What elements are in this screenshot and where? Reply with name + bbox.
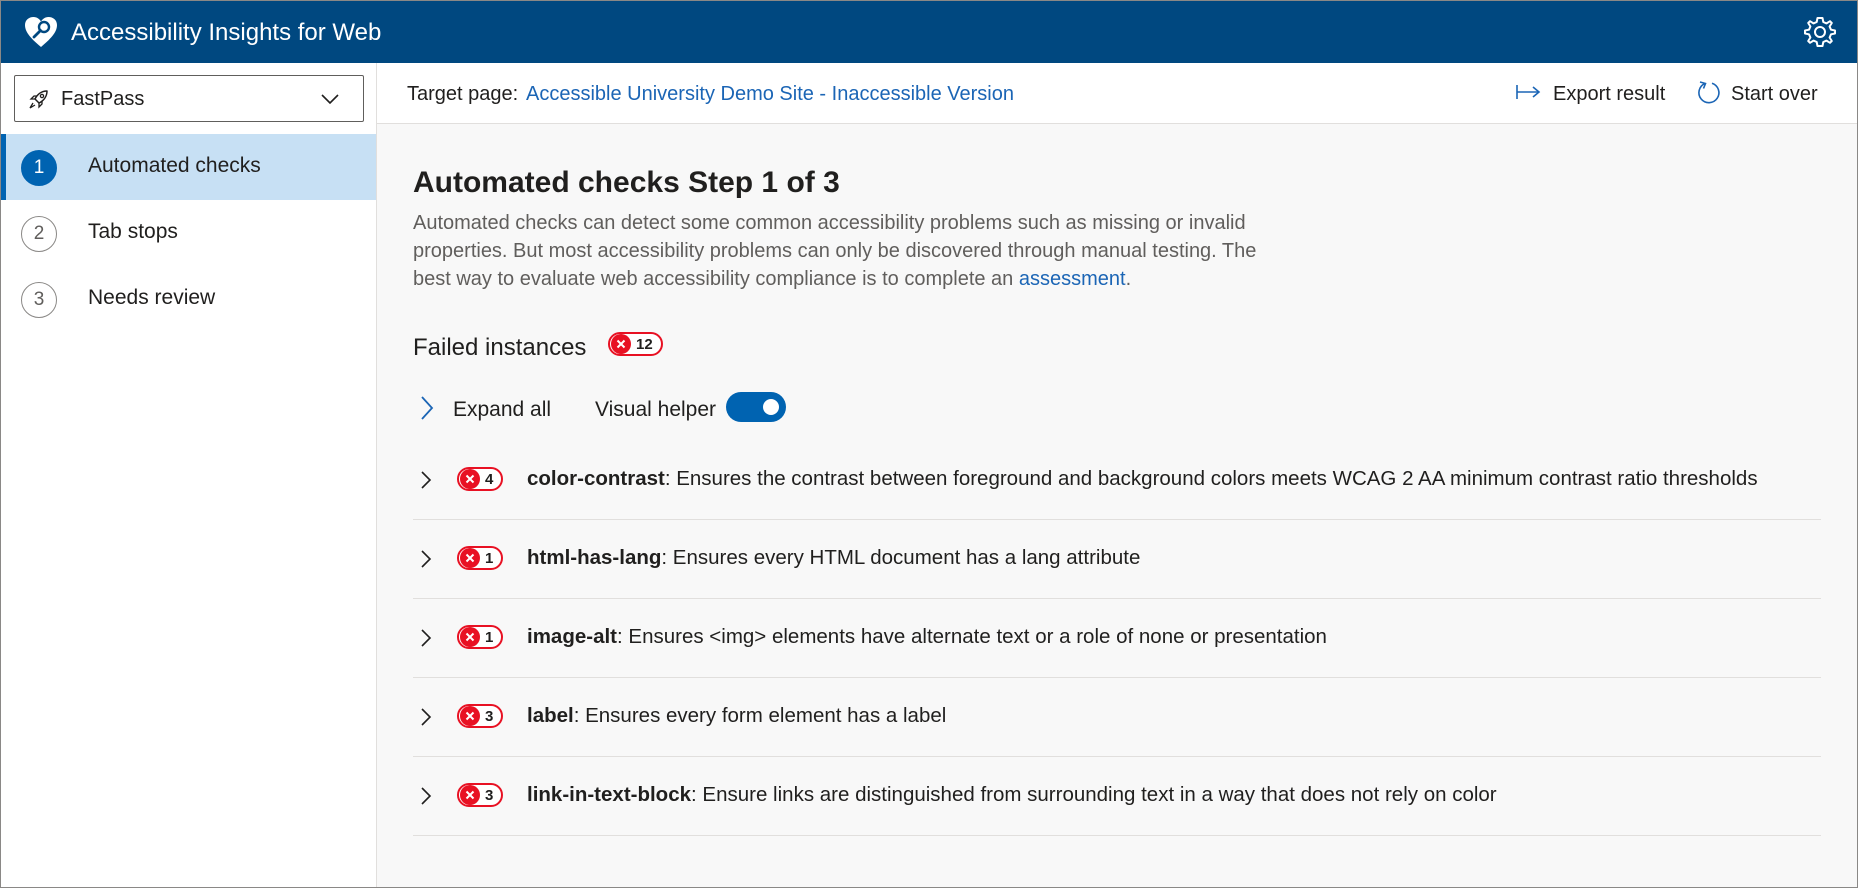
step-number-badge: 1 [21,150,57,186]
rule-count: 1 [485,549,494,567]
failed-count: 12 [636,335,653,353]
nav-item-tab-stops[interactable]: 2 Tab stops [1,200,376,266]
rule-text: image-alt: Ensures <img> elements have a… [527,625,1327,649]
rule-description: : Ensures every HTML document has a lang… [661,546,1141,569]
description-end: . [1125,268,1132,290]
step-number-badge: 3 [21,282,57,318]
mode-select-dropdown[interactable]: FastPass [14,75,364,122]
error-x-icon [460,785,480,805]
rule-count: 3 [485,786,494,804]
rule-description: : Ensures <img> elements have alternate … [617,625,1327,648]
chevron-right-icon [421,396,434,420]
rule-count-badge: 4 [457,467,504,491]
gear-icon[interactable] [1803,15,1837,49]
page-description: Automated checks can detect some common … [413,209,1293,293]
error-x-icon [460,706,480,726]
app-title: Accessibility Insights for Web [71,19,382,46]
chevron-down-icon [321,94,339,105]
command-bar: Target page: Accessible University Demo … [377,63,1857,124]
nav-item-automated-checks[interactable]: 1 Automated checks [1,134,376,200]
refresh-icon [1698,81,1720,104]
mode-select-value: FastPass [61,88,145,110]
rule-description: : Ensure links are distinguished from su… [691,783,1497,806]
rule-text: label: Ensures every form element has a … [527,704,946,728]
visual-helper-label: Visual helper [595,398,717,421]
chevron-right-icon [421,471,432,489]
left-nav: FastPass 1 Automated checks 2 Tab stops … [1,63,377,887]
rule-count: 3 [485,707,494,725]
expand-all-label: Expand all [453,398,552,421]
export-result-label: Export result [1553,83,1666,105]
rule-id: link-in-text-block [527,783,692,806]
title-bar: Accessibility Insights for Web [1,1,1857,63]
page-title: Automated checks Step 1 of 3 [413,166,840,199]
error-x-icon [611,334,631,354]
assessment-link[interactable]: assessment [1019,268,1126,290]
rule-count-badge: 1 [457,546,504,570]
nav-item-label: Automated checks [88,154,261,177]
nav-item-label: Needs review [88,286,216,309]
failed-count-badge: 12 [608,332,663,356]
error-x-icon [460,469,480,489]
rule-id: label [527,704,574,727]
export-arrow-icon [1516,85,1541,99]
rule-row-html-has-lang[interactable]: 1 html-has-lang: Ensures every HTML docu… [413,520,1821,599]
rule-count-badge: 3 [457,704,504,728]
rule-row-color-contrast[interactable]: 4 color-contrast: Ensures the contrast b… [413,441,1821,520]
chevron-right-icon [421,708,432,726]
error-x-icon [460,627,480,647]
app-window: Accessibility Insights for Web FastPass … [0,0,1858,888]
chevron-right-icon [421,629,432,647]
rule-id: image-alt [527,625,617,648]
rule-description: : Ensures every form element has a label [573,704,947,727]
rule-text: html-has-lang: Ensures every HTML docume… [527,546,1140,570]
main-content: Automated checks Step 1 of 3 Automated c… [377,124,1857,887]
target-page-link[interactable]: Accessible University Demo Site - Inacce… [526,83,1014,106]
rule-text: link-in-text-block: Ensure links are dis… [527,783,1497,807]
rule-count: 4 [485,470,494,488]
nav-item-label: Tab stops [88,220,178,243]
heart-logo-icon [25,17,57,47]
nav-item-needs-review[interactable]: 3 Needs review [1,266,376,332]
rule-row-label[interactable]: 3 label: Ensures every form element has … [413,678,1821,757]
rule-id: html-has-lang [527,546,662,569]
step-number-badge: 2 [21,216,57,252]
rule-text: color-contrast: Ensures the contrast bet… [527,467,1758,491]
rule-description: : Ensures the contrast between foregroun… [664,467,1758,490]
error-x-icon [460,548,480,568]
rule-count-badge: 1 [457,625,504,649]
failed-instances-heading: Failed instances [413,334,587,361]
rule-row-link-in-text-block[interactable]: 3 link-in-text-block: Ensure links are d… [413,757,1821,836]
rule-row-image-alt[interactable]: 1 image-alt: Ensures <img> elements have… [413,599,1821,678]
chevron-right-icon [421,787,432,805]
chevron-right-icon [421,550,432,568]
rule-count-badge: 3 [457,783,504,807]
rocket-icon [29,90,48,109]
visual-helper-toggle[interactable] [726,392,786,422]
target-page-label: Target page: [407,83,519,105]
toggle-knob [763,399,779,415]
rule-count: 1 [485,628,494,646]
start-over-label: Start over [1731,83,1818,105]
rule-id: color-contrast [527,467,665,490]
